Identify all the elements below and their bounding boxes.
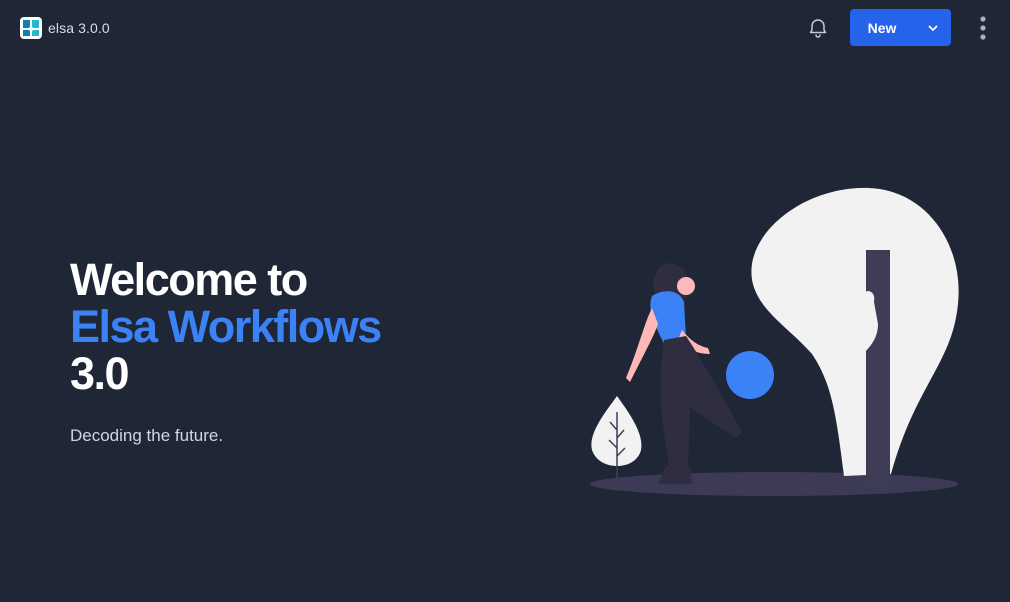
hero-heading-block: Welcome to Elsa Workflows 3.0 (70, 256, 490, 397)
woman-figure (626, 263, 742, 484)
tagline: Decoding the future. (70, 426, 224, 445)
top-bar: elsa 3.0.0 New (0, 0, 1010, 56)
kebab-menu-icon[interactable] (972, 14, 994, 42)
tree-blob (751, 187, 959, 476)
brand[interactable]: elsa 3.0.0 (20, 17, 110, 39)
elsa-logo-icon (20, 17, 42, 39)
heading-line-welcome: Welcome to (70, 254, 308, 305)
chevron-down-icon (928, 25, 937, 31)
welcome-illustration (590, 187, 959, 496)
tree-trunk (866, 250, 890, 488)
new-dropdown-toggle[interactable] (914, 9, 951, 46)
bell-icon[interactable] (806, 16, 830, 40)
heading-line-product: Elsa Workflows (70, 301, 382, 352)
welcome-heading: Welcome to Elsa Workflows 3.0 (70, 256, 490, 397)
blue-ball (726, 351, 774, 399)
new-button-label: New (867, 19, 897, 36)
brand-name: elsa 3.0.0 (48, 20, 110, 36)
heading-line-version: 3.0 (70, 348, 130, 399)
new-button[interactable]: New (850, 9, 951, 46)
ground-shadow (590, 472, 958, 496)
